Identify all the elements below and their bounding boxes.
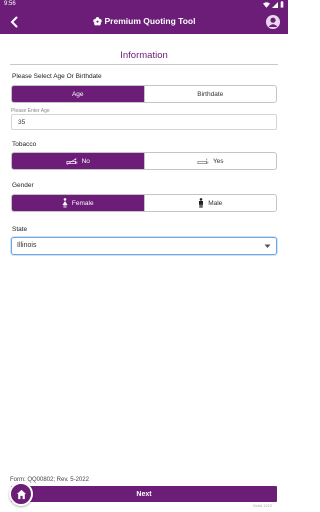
tobacco-yes-label: Yes	[212, 157, 224, 165]
age-or-birthdate-label: Please Select Age Or Birthdate	[12, 73, 102, 80]
version-text: Build 1222	[253, 503, 272, 508]
profile-icon	[268, 17, 278, 27]
gender-female-label: Female	[71, 199, 94, 207]
app-title: Premium Quoting Tool	[104, 16, 196, 26]
status-icons	[263, 1, 284, 8]
smoking-icon	[197, 157, 209, 164]
birthdate-option-label: Birthdate	[197, 90, 224, 98]
next-button-label: Next	[136, 490, 152, 498]
age-option[interactable]: Age	[12, 86, 144, 102]
gender-toggle: Female Male	[11, 194, 277, 212]
chevron-down-icon	[264, 244, 271, 248]
wifi-icon	[263, 1, 270, 8]
birthdate-option[interactable]: Birthdate	[143, 86, 277, 102]
signal-icon	[272, 1, 278, 8]
home-button[interactable]	[9, 482, 33, 506]
gender-label: Gender	[12, 182, 34, 189]
next-button[interactable]: Next	[11, 486, 277, 502]
profile-button[interactable]	[266, 15, 280, 29]
state-select[interactable]: Illinois	[11, 237, 277, 255]
tobacco-no-option[interactable]: No	[12, 153, 144, 169]
age-input-value: 35	[18, 119, 26, 126]
state-value: Illinois	[17, 242, 37, 249]
status-bar: 9:56	[0, 0, 288, 10]
gender-male-label: Male	[208, 199, 223, 207]
age-birthdate-toggle: Age Birthdate	[11, 85, 277, 103]
app-title-group: Premium Quoting Tool	[0, 16, 288, 26]
male-icon	[199, 198, 204, 208]
state-label: State	[12, 226, 28, 233]
tobacco-no-label: No	[81, 157, 90, 165]
section-divider	[10, 64, 278, 65]
tobacco-yes-option[interactable]: Yes	[143, 153, 277, 169]
home-icon	[16, 489, 26, 499]
section-title: Information	[120, 50, 168, 61]
age-input[interactable]: 35	[11, 114, 277, 130]
app-bar: Premium Quoting Tool	[0, 10, 288, 34]
status-time: 9:56	[4, 1, 16, 7]
age-option-label: Age	[71, 90, 84, 98]
tobacco-label: Tobacco	[12, 141, 37, 148]
no-smoking-icon	[66, 157, 77, 165]
female-icon	[62, 198, 68, 208]
gender-female-option[interactable]: Female	[12, 195, 144, 211]
gender-male-option[interactable]: Male	[143, 195, 277, 211]
battery-icon	[280, 1, 284, 8]
tobacco-toggle: No Yes	[11, 152, 277, 170]
logo-flower-icon	[92, 17, 102, 26]
